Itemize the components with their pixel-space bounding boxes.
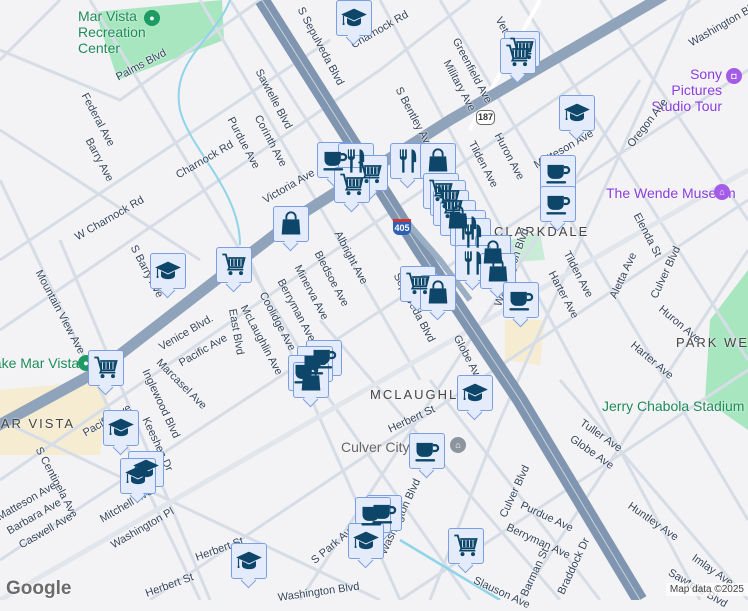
museum-pin-icon[interactable]: ⌂ <box>714 184 730 200</box>
shopping-cart-icon <box>338 171 366 199</box>
map-marker-coffee[interactable] <box>503 282 539 318</box>
coffee-cup-icon <box>507 286 535 314</box>
coffee-cup-icon <box>413 437 441 465</box>
place-label-stadium[interactable]: Jerry Chabola Stadium <box>602 398 744 414</box>
graduation-cap-icon <box>154 257 182 285</box>
map-marker-school[interactable] <box>336 0 372 36</box>
map-marker-school[interactable] <box>150 253 186 289</box>
graduation-cap-icon <box>107 414 135 442</box>
map-marker-school[interactable] <box>120 458 156 494</box>
graduation-cap-icon <box>563 99 591 127</box>
map-marker-coffee[interactable] <box>540 186 576 222</box>
shopping-bag-icon <box>297 366 325 394</box>
camera-pin-icon[interactable]: ◘ <box>726 68 742 84</box>
graduation-cap-icon <box>352 527 380 555</box>
map-attribution[interactable]: Map data ©2025 <box>665 583 748 596</box>
map-marker-bag[interactable] <box>480 253 516 289</box>
map-marker-bag[interactable] <box>273 206 309 242</box>
shopping-bag-icon <box>277 210 305 238</box>
shopping-cart-icon <box>92 354 120 382</box>
google-logo: Google <box>6 578 72 599</box>
shopping-bag-icon <box>484 257 512 285</box>
map-marker-bag[interactable] <box>293 362 329 398</box>
route-187-shield: 187 <box>476 110 495 125</box>
map-marker-school[interactable] <box>348 523 384 559</box>
map-marker-school[interactable] <box>103 410 139 446</box>
graduation-cap-icon <box>124 462 152 490</box>
map-marker-school[interactable] <box>231 543 267 579</box>
city-hall-pin-icon[interactable]: ⌂ <box>450 437 466 453</box>
neighborhood-mar-vista: MAR VISTA <box>0 416 76 431</box>
map-marker-school[interactable] <box>457 375 493 411</box>
fork-knife-icon <box>459 249 487 277</box>
graduation-cap-icon <box>235 547 263 575</box>
coffee-cup-icon <box>359 501 387 529</box>
shopping-cart-icon <box>504 42 532 70</box>
coffee-cup-icon <box>544 190 572 218</box>
map-marker-coffee[interactable] <box>540 155 576 191</box>
shopping-bag-icon <box>424 279 452 307</box>
shopping-cart-icon <box>452 532 480 560</box>
map-marker-bag[interactable] <box>420 275 456 311</box>
rec-center-name: Mar Vista Recreation Center <box>78 8 146 56</box>
map-marker-restaurant[interactable] <box>390 143 426 179</box>
graduation-cap-icon <box>461 379 489 407</box>
interstate-405-shield: 405 <box>393 219 411 235</box>
map-marker-cart[interactable] <box>334 167 370 203</box>
place-label-rec-center[interactable]: Mar Vista Recreation Center <box>78 8 146 56</box>
graduation-cap-icon <box>340 4 368 32</box>
map-marker-cart[interactable] <box>448 528 484 564</box>
shopping-cart-icon <box>220 251 248 279</box>
map-marker-bag[interactable] <box>420 143 456 179</box>
coffee-cup-icon <box>544 159 572 187</box>
park-pin-icon[interactable]: ● <box>144 10 160 26</box>
shopping-bag-icon <box>424 147 452 175</box>
map-marker-cart[interactable] <box>216 247 252 283</box>
place-label-culver-city[interactable]: Culver City <box>341 440 409 454</box>
map-marker-cart[interactable] <box>500 38 536 74</box>
map-marker-cart[interactable] <box>88 350 124 386</box>
place-label-lake-mar-vista[interactable]: Lake Mar Vista <box>0 355 79 371</box>
fork-knife-icon <box>394 147 422 175</box>
map-marker-coffee[interactable] <box>409 433 445 469</box>
map-marker-school[interactable] <box>559 95 595 131</box>
place-label-sony[interactable]: Sony Pictures Studio Tour <box>636 66 722 114</box>
